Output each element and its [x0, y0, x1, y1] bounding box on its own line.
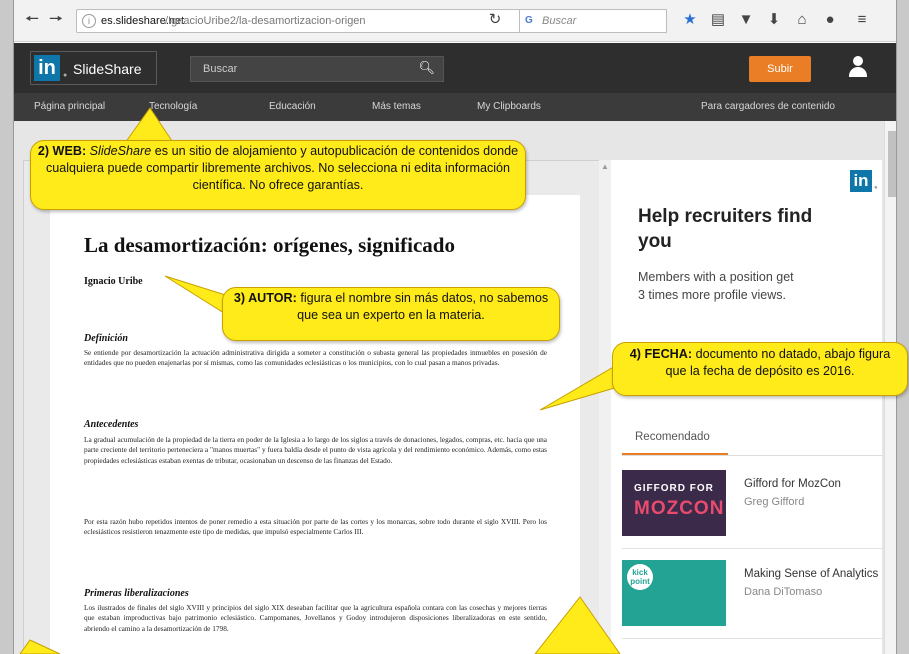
browser-toolbar: 🠔 🠖 i es.slideshare.net /IgnacioUribe2/l…	[14, 0, 896, 42]
chat-icon[interactable]: ●	[820, 10, 840, 30]
scrollbar-thumb[interactable]	[888, 131, 896, 197]
reco-item-author[interactable]: Dana DiTomaso	[744, 586, 822, 598]
section-text-background: La gradual acumulación de la propiedad d…	[84, 435, 547, 465]
logo-text: SlideShare	[73, 61, 142, 77]
slideshare-header: in ● SlideShare Buscar 🔍︎ Subir	[14, 43, 896, 93]
section-heading-definition: Definición	[84, 333, 128, 344]
ad-title[interactable]: Help recruiters find you	[638, 204, 838, 254]
upload-button[interactable]: Subir	[749, 56, 811, 82]
recommended-tab-underline	[622, 453, 728, 455]
url-path: /IgnacioUribe2/la-desamortizacion-origen	[165, 15, 366, 27]
linkedin-ad-logo-icon: in	[850, 170, 872, 192]
reco-thumbnail-mozcon[interactable]: GIFFORD FOR MOZCON	[622, 470, 726, 536]
nav-item-clipboards[interactable]: My Clipboards	[477, 101, 541, 112]
category-nav: Página principal Tecnología Educación Má…	[14, 93, 896, 121]
browser-search-input[interactable]: G Buscar	[519, 9, 667, 33]
section-text-background-2: Por esta razón hubo repetidos intentos d…	[84, 517, 547, 537]
reading-list-icon[interactable]: ▤	[708, 10, 728, 30]
search-icon[interactable]: 🔍︎	[418, 60, 435, 76]
callout-autor: 3) AUTOR: figura el nombre sin más datos…	[222, 287, 560, 341]
reload-icon[interactable]: ↻	[485, 10, 505, 30]
thumb-line-1: GIFFORD FOR	[634, 483, 714, 494]
callout-autor-label: 3) AUTOR:	[233, 291, 297, 305]
reco-item-title[interactable]: Making Sense of Analytics	[744, 568, 878, 580]
section-text-liberalizations: Los ilustrados de finales del siglo XVII…	[84, 603, 547, 633]
document-author: Ignacio Uribe	[84, 276, 143, 287]
linkedin-logo-icon: in	[34, 55, 60, 81]
site-search-placeholder: Buscar	[203, 63, 238, 75]
menu-icon[interactable]: ≡	[852, 10, 872, 30]
callout-fecha-label: 4) FECHA:	[629, 347, 693, 361]
user-icon[interactable]	[849, 56, 867, 78]
thumb-line-2: MOZCON	[634, 498, 725, 519]
browser-search-placeholder: Buscar	[542, 15, 577, 27]
bookmark-star-icon[interactable]: ★	[680, 10, 700, 30]
ad-logo-dot: ●	[874, 185, 878, 191]
callout-fecha-text: documento no datado, abajo figura que la…	[665, 347, 891, 378]
document-title: La desamortización: orígenes, significad…	[84, 233, 455, 257]
site-info-icon[interactable]: i	[82, 14, 96, 28]
callout-web-label: 2) WEB:	[37, 144, 87, 158]
callout-autor-text: figura el nombre sin más datos, no sabem…	[297, 291, 549, 322]
logo-dot: ●	[63, 72, 68, 79]
site-search-input[interactable]: Buscar 🔍︎	[190, 56, 444, 82]
reco-thumbnail-analytics[interactable]: kick point	[622, 560, 726, 626]
nav-item-technology[interactable]: Tecnología	[149, 101, 197, 112]
back-arrow-icon[interactable]: 🠔	[22, 10, 42, 30]
callout-fecha: 4) FECHA: documento no datado, abajo fig…	[612, 342, 908, 396]
nav-item-home[interactable]: Página principal	[34, 101, 105, 112]
reco-separator	[622, 638, 882, 639]
address-bar[interactable]: i es.slideshare.net /IgnacioUribe2/la-de…	[76, 9, 534, 33]
nav-item-education[interactable]: Educación	[269, 101, 316, 112]
download-icon[interactable]: ⬇	[764, 10, 784, 30]
pocket-icon[interactable]: ▼	[736, 10, 756, 30]
reco-item-title[interactable]: Gifford for MozCon	[744, 478, 841, 490]
callout-web-name: SlideShare	[89, 144, 152, 158]
callout-web: 2) WEB: SlideShare es un sitio de alojam…	[30, 140, 526, 210]
search-engine-icon: G	[525, 15, 533, 26]
reco-separator	[622, 548, 882, 549]
document-scrollbar[interactable]: ▲	[599, 160, 611, 654]
reco-item-author[interactable]: Greg Gifford	[744, 496, 804, 508]
nav-item-more[interactable]: Más temas	[372, 101, 421, 112]
nav-item-uploaders[interactable]: Para cargadores de contenido	[701, 101, 835, 112]
section-heading-background: Antecedentes	[84, 419, 139, 430]
section-heading-liberalizations: Primeras liberalizaciones	[84, 588, 189, 599]
forward-arrow-icon[interactable]: 🠖	[46, 10, 66, 30]
home-icon[interactable]: ⌂	[792, 10, 812, 30]
section-text-definition: Se entiende por desamortización la actua…	[84, 348, 547, 368]
slideshare-logo[interactable]: in ● SlideShare	[30, 51, 157, 85]
recommended-divider	[622, 455, 882, 456]
kickpoint-logo: kick point	[627, 564, 653, 590]
ad-text: Members with a position get 3 times more…	[638, 270, 794, 302]
recommended-tab[interactable]: Recomendado	[635, 431, 710, 443]
